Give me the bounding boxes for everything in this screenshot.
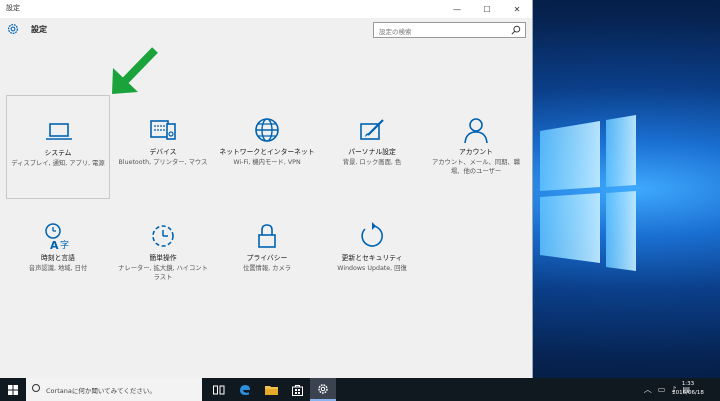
cortana-placeholder: Cortanaに何か聞いてみてください。 [46,387,156,395]
windows-start-icon [8,384,18,395]
cortana-icon [32,384,40,392]
search-input[interactable]: 設定の検索 [373,22,526,38]
tile-label: プライバシー [246,254,288,262]
task-view-icon [213,385,225,394]
time-language-icon: A 字 [45,223,69,251]
title-bar[interactable]: 設定 — ☐ ✕ [0,0,532,18]
tile-network[interactable]: ネットワークとインターネット Wi-Fi, 機内モード, VPN [215,95,319,199]
tile-devices[interactable]: デバイス Bluetooth, プリンター, マウス [111,95,215,199]
windows-logo-wallpaper [540,115,636,271]
settings-window: 設定 — ☐ ✕ 設定 設定の検索 システム ディスプレイ, 通知, アプリ, … [0,0,533,378]
tile-description: 背景, ロック画面, 色 [342,159,402,166]
personalization-icon [360,119,384,140]
tile-label: システム [44,149,72,157]
gear-icon [318,383,328,394]
clock-date: 2016/06/18 [672,389,704,396]
tile-description: ディスプレイ, 通知, アプリ, 電源 [11,160,105,167]
edge-button[interactable] [232,378,258,401]
search-placeholder: 設定の検索 [379,28,412,36]
tile-label: 簡単操作 [149,254,177,262]
tile-ease-of-access[interactable]: 簡単操作 ナレーター, 拡大鏡, ハイコントラスト [111,201,215,305]
start-button[interactable] [0,378,26,401]
file-explorer-button[interactable] [258,378,284,401]
tile-description: 位置情報, カメラ [242,265,292,272]
tile-update-security[interactable]: 更新とセキュリティ Windows Update, 回復 [320,201,424,305]
search-icon[interactable] [511,25,521,35]
tile-label: パーソナル設定 [348,148,396,156]
minimize-button[interactable]: — [442,0,472,18]
tile-label: アカウント [459,148,493,156]
tile-privacy[interactable]: プライバシー 位置情報, カメラ [215,201,319,305]
tile-description: アカウント、メール、同期、職場、他のユーザー [431,159,521,176]
tile-personalization[interactable]: パーソナル設定 背景, ロック画面, 色 [320,95,424,199]
lock-icon [258,224,276,248]
tile-description: 音声認識, 地域, 日付 [28,265,88,272]
globe-icon [255,118,279,142]
settings-header: 設定 設定の検索 [0,18,532,46]
store-icon [291,384,303,396]
gear-icon [7,23,19,35]
devices-icon [150,120,176,140]
clock-time: 1:33 [681,381,695,387]
store-button[interactable] [284,378,310,401]
maximize-button[interactable]: ☐ [472,0,502,18]
tile-system[interactable]: システム ディスプレイ, 通知, アプリ, 電源 [6,95,110,199]
tile-label: ネットワークとインターネット [219,148,315,156]
folder-icon [264,385,278,395]
cortana-search-box[interactable]: Cortanaに何か聞いてみてください。 [26,378,202,401]
tile-description: ナレーター, 拡大鏡, ハイコントラスト [118,265,208,282]
tile-description: Windows Update, 回復 [337,265,407,272]
tile-label: 時刻と言語 [41,254,75,262]
clock[interactable]: 1:33 2016/06/18 [658,380,718,397]
ease-of-access-icon [152,225,174,247]
close-button[interactable]: ✕ [502,0,532,18]
tile-description: Wi-Fi, 機内モード, VPN [233,159,301,166]
laptop-icon [46,123,72,140]
tile-time-language[interactable]: A 字 時刻と言語 音声認識, 地域, 日付 [6,201,110,305]
svg-text:A: A [50,239,59,251]
update-icon [361,222,383,247]
settings-taskbar-button[interactable] [310,378,336,401]
tile-label: デバイス [149,148,177,156]
task-view-button[interactable] [206,378,232,401]
tile-label: 更新とセキュリティ [341,254,403,262]
chevron-up-icon[interactable]: ︿ [644,384,652,395]
window-title: 設定 [6,4,20,12]
tile-description: Bluetooth, プリンター, マウス [118,159,208,166]
svg-text:字: 字 [60,239,69,251]
taskbar: Cortanaに何か聞いてみてください。 ︿ ▭ ♪ ▤ 1:33 2016/0… [0,378,720,401]
edge-icon [240,384,250,395]
tile-accounts[interactable]: アカウント アカウント、メール、同期、職場、他のユーザー [424,95,528,199]
person-icon [464,118,488,144]
page-title: 設定 [31,25,47,34]
green-arrow-annotation [112,47,158,94]
